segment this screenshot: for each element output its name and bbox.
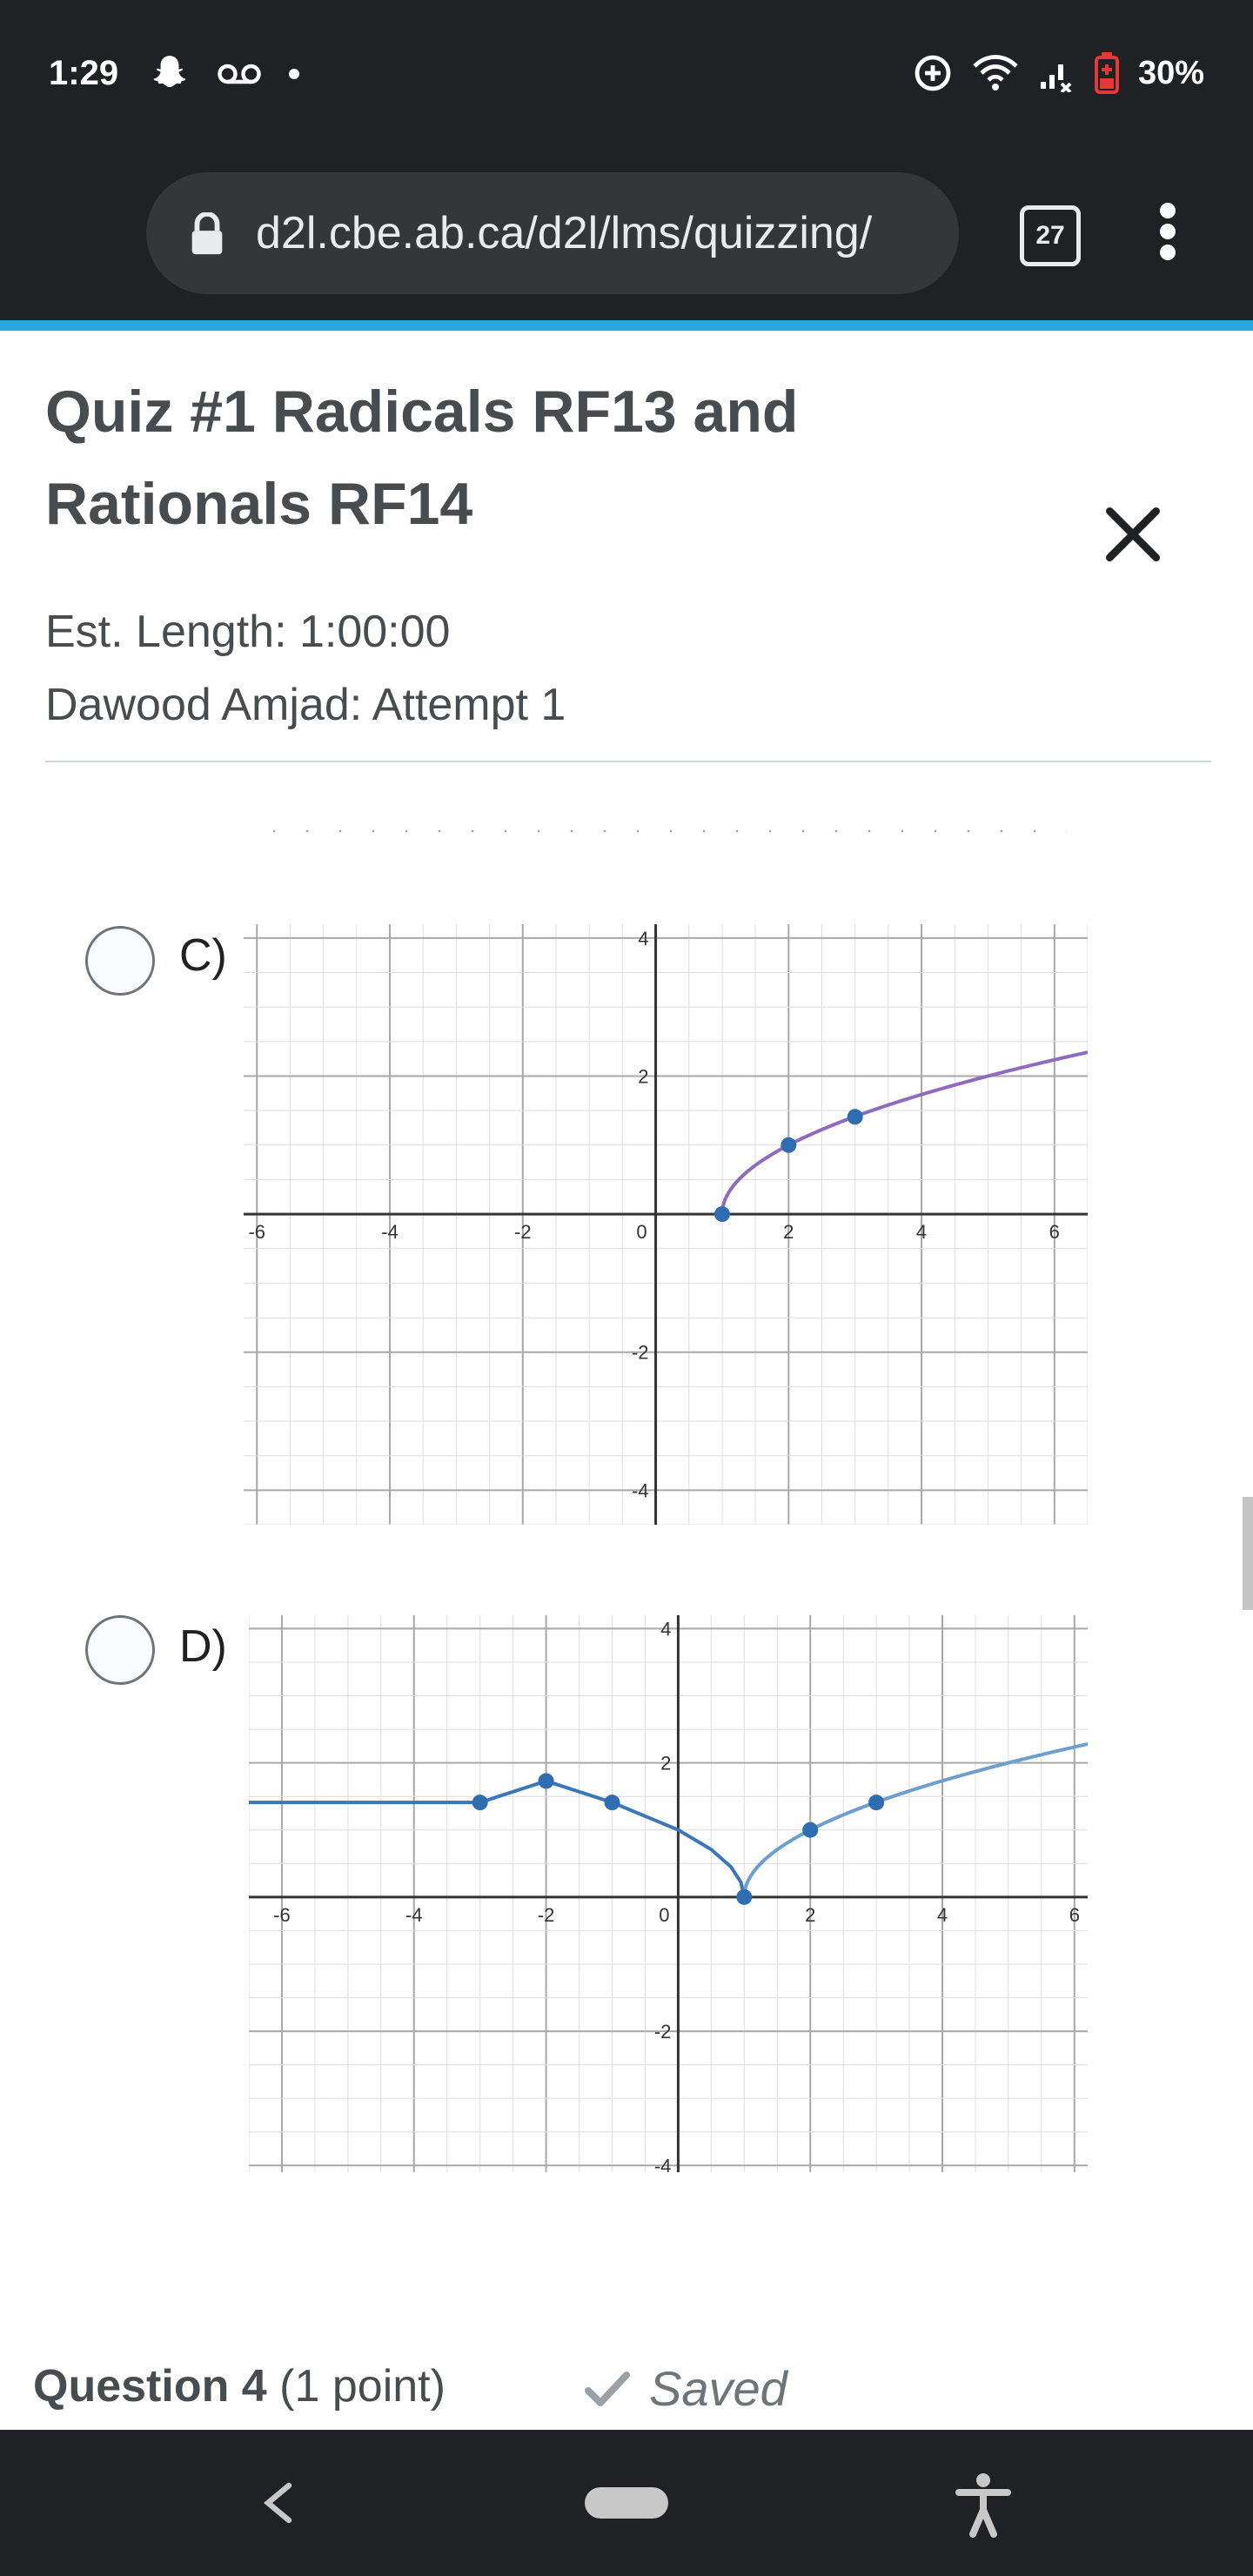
x-tick-label: -4	[405, 1904, 423, 1926]
close-icon[interactable]	[1098, 500, 1168, 569]
data-point	[847, 1109, 863, 1125]
accessibility-icon[interactable]	[955, 2472, 1011, 2538]
x-tick-label: 6	[1049, 1221, 1060, 1243]
lock-icon	[191, 212, 223, 255]
estimated-length: Est. Length: 1:00:00	[45, 607, 451, 657]
more-menu-icon[interactable]	[1156, 200, 1180, 263]
y-tick-label: -4	[654, 2155, 672, 2172]
x-tick-label: 6	[1069, 1904, 1080, 1926]
tab-switcher-button[interactable]: 27	[1020, 205, 1081, 266]
data-point	[538, 1773, 554, 1789]
data-point	[604, 1794, 620, 1811]
data-point	[802, 1821, 819, 1838]
data-point	[714, 1206, 730, 1223]
saved-status: Saved	[585, 2360, 787, 2417]
option-d-radio[interactable]	[85, 1615, 155, 1685]
x-tick-label: -6	[248, 1221, 265, 1243]
question-points: (1 point)	[279, 2361, 446, 2412]
address-bar[interactable]: d2l.cbe.ab.ca/d2l/lms/quizzing/	[146, 172, 959, 294]
data-point	[736, 1888, 753, 1905]
page-title: Quiz #1 Radicals RF13 and Rationals RF14	[45, 379, 799, 537]
y-tick-label: 2	[660, 1753, 671, 1774]
y-tick-label: -4	[632, 1479, 649, 1501]
y-tick-label: -2	[632, 1342, 649, 1364]
x-tick-label: 0	[636, 1221, 647, 1243]
y-tick-label: 4	[660, 1618, 671, 1640]
x-tick-label: 2	[805, 1904, 815, 1926]
header-divider	[45, 761, 1211, 762]
notification-icons	[148, 52, 301, 96]
url-text: d2l.cbe.ab.ca/d2l/lms/quizzing/	[256, 208, 873, 258]
page-scrollbar[interactable]	[1243, 1497, 1253, 1610]
x-tick-label: -6	[273, 1904, 291, 1926]
data-point	[472, 1794, 488, 1811]
option-c-radio[interactable]	[85, 926, 155, 996]
snapchat-icon	[153, 56, 186, 87]
home-gesture-pill[interactable]	[585, 2487, 668, 2519]
x-tick-label: -2	[514, 1221, 532, 1243]
previous-graph-edge	[258, 828, 1067, 834]
dot-icon	[289, 69, 299, 79]
graph-option-d: -6 -4 -2 0 2 4 6 4 2 -2 -4	[248, 1615, 1109, 2177]
y-tick-label: 2	[638, 1065, 648, 1087]
question-number: Question 4	[33, 2361, 267, 2412]
voicemail-icon	[218, 64, 261, 84]
option-d-label: D)	[179, 1621, 227, 1672]
signal-icon	[1040, 64, 1072, 92]
x-tick-label: -4	[381, 1221, 399, 1243]
x-tick-label: 4	[916, 1221, 927, 1243]
graph-option-c: -6 -4 -2 0 2 4 6 4 2 -2 -4	[244, 924, 1089, 1529]
page-accent-bar	[0, 320, 1253, 331]
x-tick-label: 0	[659, 1904, 669, 1926]
wifi-icon	[973, 55, 1018, 91]
data-point	[868, 1794, 885, 1811]
back-icon[interactable]	[261, 2482, 296, 2524]
y-tick-label: -2	[654, 2021, 672, 2043]
status-bar: 1:29 30%	[0, 0, 1253, 148]
status-time: 1:29	[49, 54, 119, 92]
data-saver-icon	[915, 55, 951, 91]
question-heading: Question 4 (1 point)	[33, 2360, 446, 2412]
battery-percent: 30%	[1137, 54, 1204, 91]
saved-label: Saved	[649, 2361, 787, 2416]
x-tick-label: -2	[538, 1904, 555, 1926]
option-c-label: C)	[179, 930, 227, 981]
series-line	[249, 1779, 747, 1898]
y-tick-label: 4	[638, 928, 648, 949]
system-icons: 30%	[912, 52, 1204, 94]
attempt-info: Dawood Amjad: Attempt 1	[45, 680, 566, 730]
x-tick-label: 4	[937, 1904, 948, 1926]
data-point	[781, 1137, 797, 1153]
checkmark-icon	[585, 2371, 630, 2406]
battery-low-icon	[1094, 52, 1119, 94]
x-tick-label: 2	[783, 1221, 794, 1243]
